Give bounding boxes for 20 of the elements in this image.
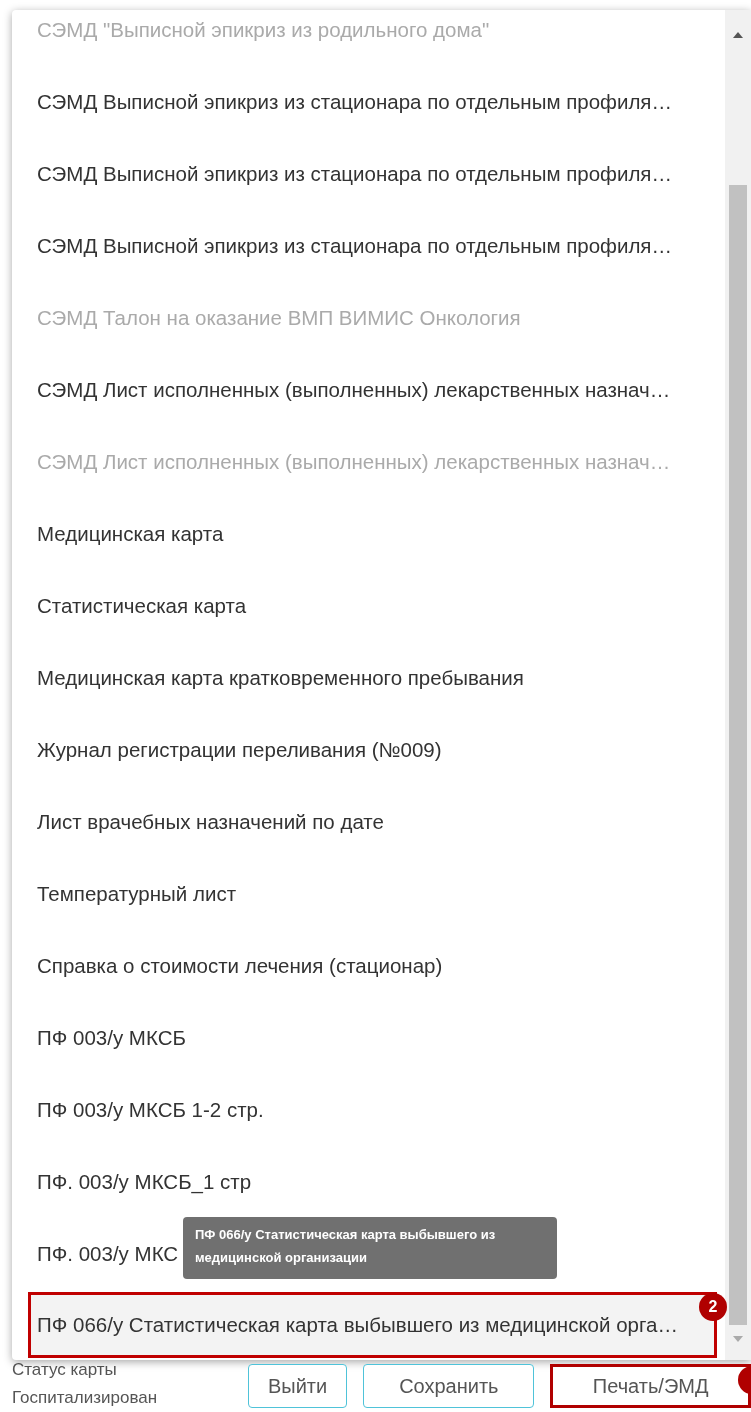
status-label: Статус карты: [12, 1359, 118, 1381]
menu-item[interactable]: Справка о стоимости лечения (стационар): [12, 930, 725, 1002]
menu-item[interactable]: ПФ. 003/у МКСБ_1 стр: [12, 1146, 725, 1218]
action-button[interactable]: Выйти: [247, 1364, 348, 1408]
menu-item[interactable]: Лист врачебных назначений по дате: [12, 786, 725, 858]
menu-item[interactable]: ПФ 003/у МКСБ 1-2 стр.: [12, 1074, 725, 1146]
menu-item[interactable]: СЭМД Выписной эпикриз из стационара по отдельным профиля…: [12, 138, 725, 210]
menu-item[interactable]: СЭМД Выписной эпикриз из стационара по отдельным профиля…: [12, 66, 725, 138]
menu-item[interactable]: СЭМД Лист исполненных (выполненных) лекарственных назнач…: [12, 354, 725, 426]
menu-item[interactable]: ПФ 003/у МКСБ: [12, 1002, 725, 1074]
action-button[interactable]: Печать/ЭМД: [550, 1364, 751, 1408]
menu-item[interactable]: Статистическая карта: [12, 570, 725, 642]
menu-item[interactable]: Журнал регистрации переливания (№009): [12, 714, 725, 786]
tooltip: ПФ 066/у Статистическая карта выбывшего из медицинской организации: [183, 1217, 557, 1279]
menu-item[interactable]: Медицинская карта: [12, 498, 725, 570]
action-button[interactable]: Сохранить: [363, 1364, 535, 1408]
menu-item[interactable]: Температурный лист: [12, 858, 725, 930]
menu-item[interactable]: СЭМД Выписной эпикриз из стационара по отдельным профиля…: [12, 210, 725, 282]
status-value: Госпитализирован: [12, 1387, 159, 1409]
menu-item[interactable]: Медицинская карта кратковременного пребывания: [12, 642, 725, 714]
